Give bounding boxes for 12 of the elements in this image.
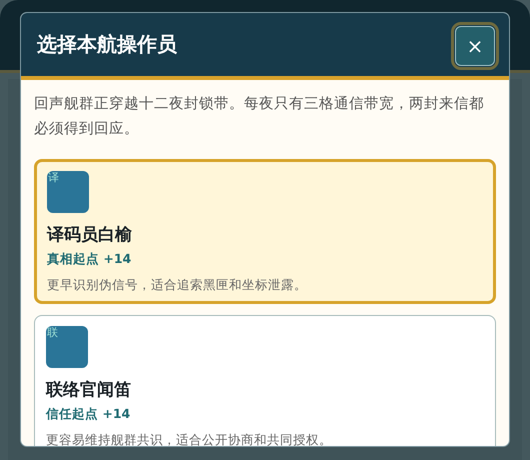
- stat-bonus: 真相起点 +14: [47, 251, 132, 268]
- stat-bonus: 信任起点 +14: [46, 406, 132, 423]
- operator-description: 更早识别伪信号，适合追索黑匣和坐标泄露。: [47, 277, 308, 294]
- intro-text: 回声舰群正穿越十二夜封锁带。每夜只有三格通信带宽，两封来信都必须得到回应。: [34, 94, 485, 139]
- operator-description: 更容易维持舰群共识，适合公开协商和共同授权。: [46, 432, 333, 446]
- operator-name: 联络官闻笛: [46, 379, 132, 401]
- operator-name: 译码员白榆: [47, 224, 133, 246]
- avatar: 译: [47, 171, 89, 213]
- operator-card[interactable]: 译 译码员白榆 真相起点 +14 更早识别伪信号，适合追索黑匣和坐标泄露。: [34, 159, 496, 304]
- operator-card[interactable]: 联 联络官闻笛 信任起点 +14 更容易维持舰群共识，适合公开协商和共同授权。: [34, 315, 496, 446]
- dialog-title: 选择本航操作员: [37, 31, 177, 58]
- avatar: 联: [46, 326, 88, 368]
